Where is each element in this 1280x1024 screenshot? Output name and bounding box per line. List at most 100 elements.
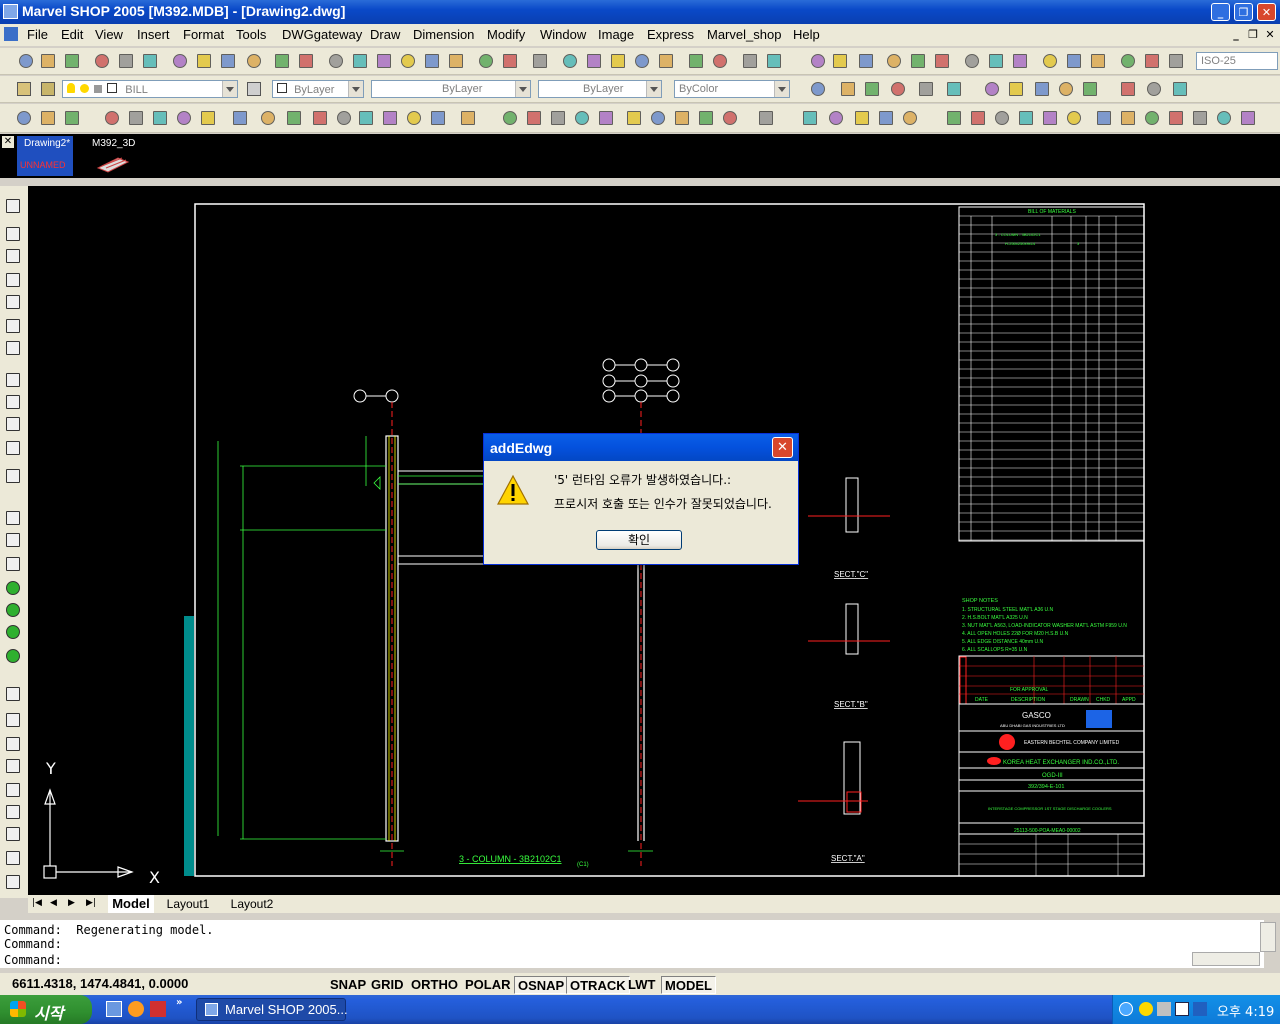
zoom-window-icon[interactable] bbox=[530, 51, 550, 71]
toolbar-button-tbrow2-2[interactable] bbox=[862, 79, 882, 99]
leader-icon[interactable] bbox=[986, 51, 1006, 71]
toolbar-button-tbrow3-34[interactable] bbox=[944, 108, 964, 128]
toolbar-button-tbrow2-8[interactable] bbox=[1032, 79, 1052, 99]
menu-file[interactable]: File bbox=[27, 27, 48, 42]
toolbar-button-tbrow3-33[interactable] bbox=[900, 108, 920, 128]
snap-toggle[interactable]: SNAP bbox=[327, 976, 369, 994]
toolbar-button-tbrow3-4[interactable] bbox=[126, 108, 146, 128]
linetype-combo[interactable]: ByLayer bbox=[371, 80, 531, 98]
attach-icon[interactable] bbox=[710, 51, 730, 71]
aligned-dim-icon[interactable] bbox=[764, 51, 784, 71]
restore-button[interactable]: ❐ bbox=[1234, 3, 1253, 21]
tab-m392-3d[interactable]: M392_3D bbox=[84, 136, 144, 176]
tray-icon-2[interactable] bbox=[1157, 1002, 1171, 1016]
polar-toggle[interactable]: POLAR bbox=[462, 976, 514, 994]
left-toolbar-button-4[interactable] bbox=[3, 292, 23, 312]
tool-palette-icon[interactable] bbox=[632, 51, 652, 71]
quicklaunch-icon-1[interactable] bbox=[106, 1001, 122, 1017]
angular-dim-icon[interactable] bbox=[884, 51, 904, 71]
left-toolbar-button-5[interactable] bbox=[3, 316, 23, 336]
left-toolbar-button-19[interactable] bbox=[3, 684, 23, 704]
dim-update-icon[interactable] bbox=[1118, 51, 1138, 71]
dim-text-edit-icon[interactable] bbox=[1088, 51, 1108, 71]
toolbar-button-tbrow3-12[interactable] bbox=[334, 108, 354, 128]
left-toolbar-button-8[interactable] bbox=[3, 392, 23, 412]
undo-icon[interactable] bbox=[272, 51, 292, 71]
toolbar-button-tbrow3-6[interactable] bbox=[174, 108, 194, 128]
menu-express[interactable]: Express bbox=[647, 27, 694, 42]
menu-edit[interactable]: Edit bbox=[61, 27, 83, 42]
toolbar-button-tbrow3-10[interactable] bbox=[284, 108, 304, 128]
dim-override-icon[interactable] bbox=[1166, 51, 1186, 71]
toolbar-button-tbrow3-43[interactable] bbox=[1166, 108, 1186, 128]
publish-icon[interactable] bbox=[140, 51, 160, 71]
left-toolbar-button-20[interactable] bbox=[3, 710, 23, 730]
help-icon[interactable] bbox=[686, 51, 706, 71]
toolbar-button-tbrow2-13[interactable] bbox=[1170, 79, 1190, 99]
left-toolbar-button-26[interactable] bbox=[3, 848, 23, 868]
toolbar-button-tbrow3-35[interactable] bbox=[968, 108, 988, 128]
osnap-toggle[interactable]: OSNAP bbox=[514, 976, 569, 994]
toolbar-button-tbrow3-42[interactable] bbox=[1142, 108, 1162, 128]
zoom-realtime-icon[interactable] bbox=[500, 51, 520, 71]
tray-expand-icon[interactable] bbox=[1119, 1002, 1133, 1016]
plot-preview-icon[interactable] bbox=[116, 51, 136, 71]
continue-dim-icon[interactable] bbox=[962, 51, 982, 71]
calculator-icon[interactable] bbox=[656, 51, 676, 71]
plot-icon[interactable] bbox=[92, 51, 112, 71]
web-icon[interactable] bbox=[398, 51, 418, 71]
toolbar-button-tbrow3-40[interactable] bbox=[1094, 108, 1114, 128]
tab-layout1[interactable]: Layout1 bbox=[160, 895, 216, 913]
toolbar-button-tbrow3-18[interactable] bbox=[500, 108, 520, 128]
toolbar-button-tbrow3-24[interactable] bbox=[648, 108, 668, 128]
toolbar-button-tbrow3-2[interactable] bbox=[62, 108, 82, 128]
menu-image[interactable]: Image bbox=[598, 27, 634, 42]
refresh-icon[interactable] bbox=[422, 51, 442, 71]
menu-dimension[interactable]: Dimension bbox=[413, 27, 474, 42]
toolbar-button-tbrow3-0[interactable] bbox=[14, 108, 34, 128]
toolbar-button-tbrow3-29[interactable] bbox=[800, 108, 820, 128]
otrack-toggle[interactable]: OTRACK bbox=[566, 976, 630, 994]
dim-style-icon[interactable] bbox=[1142, 51, 1162, 71]
hyperlink-icon[interactable] bbox=[350, 51, 370, 71]
menu-format[interactable]: Format bbox=[183, 27, 224, 42]
dimstyle-combo[interactable]: ISO-25 bbox=[1196, 52, 1278, 70]
toolbar-button-tbrow2-3[interactable] bbox=[888, 79, 908, 99]
menu-minimize-button[interactable]: _ bbox=[1229, 28, 1243, 42]
color-combo[interactable]: ByLayer bbox=[272, 80, 364, 98]
dialog-close-button[interactable]: ✕ bbox=[772, 437, 793, 458]
toolbar-button-tbrow3-3[interactable] bbox=[102, 108, 122, 128]
3d-orbit-icon[interactable] bbox=[446, 51, 466, 71]
toolbar-button-tbrow3-44[interactable] bbox=[1190, 108, 1210, 128]
menu-draw[interactable]: Draw bbox=[370, 27, 400, 42]
make-object-layer-current-icon[interactable] bbox=[244, 79, 264, 99]
tolerance-icon[interactable] bbox=[1010, 51, 1030, 71]
toolbar-button-tbrow2-9[interactable] bbox=[1056, 79, 1076, 99]
tab-prev-button[interactable]: ◀ bbox=[50, 898, 62, 910]
lwt-toggle[interactable]: LWT bbox=[625, 976, 658, 994]
tray-icon-3[interactable] bbox=[1175, 1002, 1189, 1016]
lineweight-combo[interactable]: ByLayer bbox=[538, 80, 662, 98]
close-button[interactable]: ✕ bbox=[1257, 3, 1276, 21]
layer-manager-icon[interactable] bbox=[14, 79, 34, 99]
toolbar-button-tbrow3-21[interactable] bbox=[572, 108, 592, 128]
toolbar-button-tbrow3-13[interactable] bbox=[356, 108, 376, 128]
command-line-3[interactable]: Command: bbox=[4, 953, 62, 967]
new-file-icon[interactable] bbox=[16, 51, 36, 71]
toolbar-button-tbrow2-6[interactable] bbox=[982, 79, 1002, 99]
toolbar-button-tbrow3-20[interactable] bbox=[548, 108, 568, 128]
toolbar-button-tbrow2-4[interactable] bbox=[916, 79, 936, 99]
left-toolbar-button-9[interactable] bbox=[3, 414, 23, 434]
menu-view[interactable]: View bbox=[95, 27, 123, 42]
command-hscroll[interactable] bbox=[1192, 952, 1260, 966]
menu-help[interactable]: Help bbox=[793, 27, 820, 42]
tab-last-button[interactable]: ▶| bbox=[86, 898, 98, 910]
left-toolbar-button-11[interactable] bbox=[3, 466, 23, 486]
clock[interactable]: 오후 4:19 bbox=[1217, 1001, 1274, 1020]
open-file-icon[interactable] bbox=[38, 51, 58, 71]
taskbar-button-marvel[interactable]: Marvel SHOP 2005... bbox=[196, 998, 348, 1021]
left-toolbar-button-12[interactable] bbox=[3, 508, 23, 528]
toolbar-button-tbrow3-32[interactable] bbox=[876, 108, 896, 128]
start-button[interactable]: 시작 bbox=[0, 995, 92, 1024]
globe-icon[interactable] bbox=[374, 51, 394, 71]
